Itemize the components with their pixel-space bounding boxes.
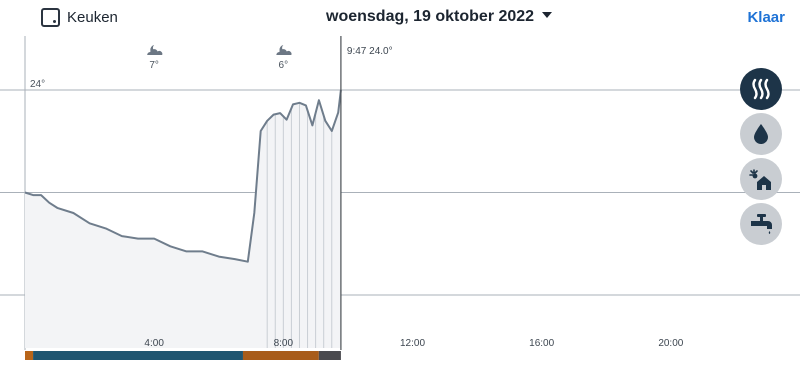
timeline-segment (33, 351, 243, 360)
x-tick-label: 16:00 (529, 338, 554, 349)
cloud-shape (147, 49, 163, 55)
x-tick-label: 20:00 (658, 338, 683, 349)
partly-cloudy-night-icon (276, 45, 292, 55)
home-weather-mode-button[interactable] (740, 158, 782, 200)
timeline-segment (318, 351, 341, 360)
timeline-segment (242, 351, 319, 360)
hot-water-mode-button[interactable] (740, 203, 782, 245)
temperature-chart[interactable]: 24°20°9:47 24.0°7°6°4:008:0012:0016:0020… (0, 36, 800, 360)
done-button[interactable]: Klaar (747, 9, 785, 26)
top-bar: Keuken woensdag, 19 oktober 2022 Klaar (0, 0, 800, 36)
weather-temperature: 6° (279, 60, 289, 71)
partly-cloudy-night-icon (147, 45, 163, 55)
cloud-shape (276, 49, 292, 55)
room-device-icon (41, 8, 60, 27)
x-tick-label: 4:00 (144, 338, 164, 349)
y-tick-label: 24° (30, 79, 45, 90)
water-tap-icon (748, 211, 774, 237)
x-tick-label: 12:00 (400, 338, 425, 349)
heating-mode-button[interactable] (740, 68, 782, 110)
cursor-label: 9:47 24.0° (347, 46, 393, 57)
date-selector[interactable]: woensdag, 19 oktober 2022 (326, 8, 553, 26)
timeline-segment (25, 351, 34, 360)
heat-waves-icon (749, 77, 773, 101)
room-name: Keuken (67, 9, 118, 26)
water-drop-icon (750, 122, 772, 146)
home-sun-icon (748, 166, 774, 192)
weather-temperature: 7° (149, 60, 159, 71)
x-tick-label: 8:00 (274, 338, 294, 349)
series-area (25, 90, 341, 348)
date-label: woensdag, 19 oktober 2022 (326, 8, 535, 25)
temperature-chart-svg: 24°20°9:47 24.0°7°6°4:008:0012:0016:0020… (0, 36, 800, 360)
humidity-mode-button[interactable] (740, 113, 782, 155)
caret-down-icon (542, 11, 553, 18)
